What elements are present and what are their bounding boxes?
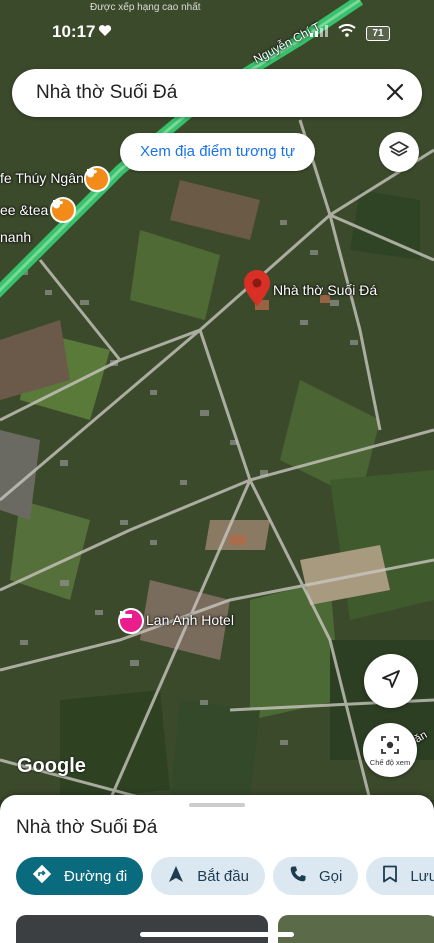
start-button[interactable]: Bắt đầu [151, 857, 265, 895]
view-mode-label: Chế độ xem [369, 758, 411, 767]
similar-places-button[interactable]: Xem địa điểm tương tự [120, 133, 315, 171]
save-label: Lưu [410, 867, 434, 885]
view-mode-icon [380, 735, 400, 760]
my-location-button[interactable] [364, 654, 418, 708]
call-label: Gọi [318, 867, 343, 885]
directions-button[interactable]: Đường đi [16, 857, 144, 895]
battery-icon: 71 [366, 25, 390, 41]
status-bar: Được xếp hạng cao nhất 10:17 71 [0, 2, 434, 46]
save-button[interactable]: Lưu [366, 857, 434, 895]
google-logo: Google [17, 755, 86, 777]
search-query[interactable]: Nhà thờ Suối Đá [36, 82, 177, 104]
start-label: Bắt đầu [197, 867, 249, 885]
heart-icon [98, 24, 112, 42]
location-pin-icon[interactable] [244, 270, 270, 306]
status-top-text: Được xếp hạng cao nhất [90, 2, 201, 13]
place-photo[interactable] [16, 915, 268, 943]
map-label-hotel[interactable]: Lan Anh Hotel [146, 612, 234, 628]
hotel-icon[interactable] [118, 608, 144, 634]
home-indicator[interactable] [140, 932, 294, 937]
cafe-icon[interactable] [50, 197, 76, 223]
photo-strip[interactable] [16, 915, 434, 943]
place-title: Nhà thờ Suối Đá [16, 817, 158, 838]
bookmark-icon [382, 865, 398, 887]
navigation-arrow-icon [167, 865, 185, 887]
sheet-drag-handle[interactable] [189, 803, 245, 807]
map-label-cafe1[interactable]: fe Thúy Ngân [0, 170, 84, 186]
map-label-cafe3[interactable]: nanh [0, 229, 31, 245]
directions-icon [32, 864, 52, 888]
close-icon[interactable] [384, 81, 406, 103]
action-chips: Đường đi Bắt đầu Gọi Lưu [16, 857, 434, 895]
layers-button[interactable] [379, 132, 419, 172]
search-bar[interactable]: Nhà thờ Suối Đá [12, 69, 422, 117]
map-label-cafe2[interactable]: ee &tea [0, 202, 48, 218]
clock: 10:17 [52, 22, 96, 41]
place-sheet[interactable]: Nhà thờ Suối Đá Đường đi Bắt đầu Gọi Lưu [0, 795, 434, 943]
view-mode-button[interactable]: Chế độ xem [363, 723, 417, 777]
map-label-pin[interactable]: Nhà thờ Suối Đá [273, 282, 377, 298]
navigation-arrow-icon [380, 668, 402, 695]
cafe-icon[interactable] [84, 166, 110, 192]
place-photo[interactable] [278, 915, 434, 943]
layers-icon [388, 139, 410, 166]
phone-icon [289, 865, 307, 887]
call-button[interactable]: Gọi [272, 857, 359, 895]
wifi-icon [338, 24, 356, 42]
directions-label: Đường đi [64, 867, 128, 885]
signal-icon [310, 24, 328, 42]
